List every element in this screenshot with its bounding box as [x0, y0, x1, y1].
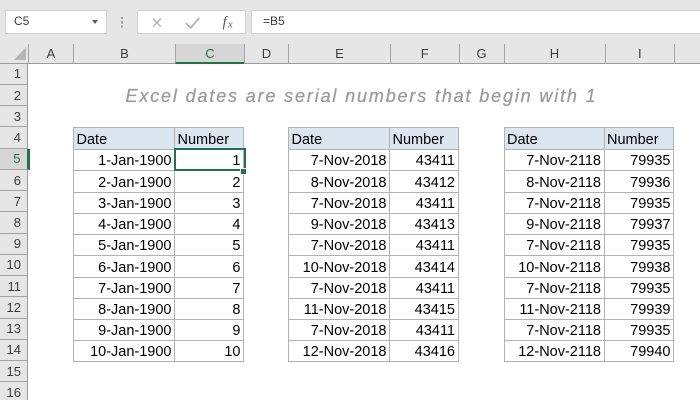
svg-text:x: x — [227, 19, 233, 30]
